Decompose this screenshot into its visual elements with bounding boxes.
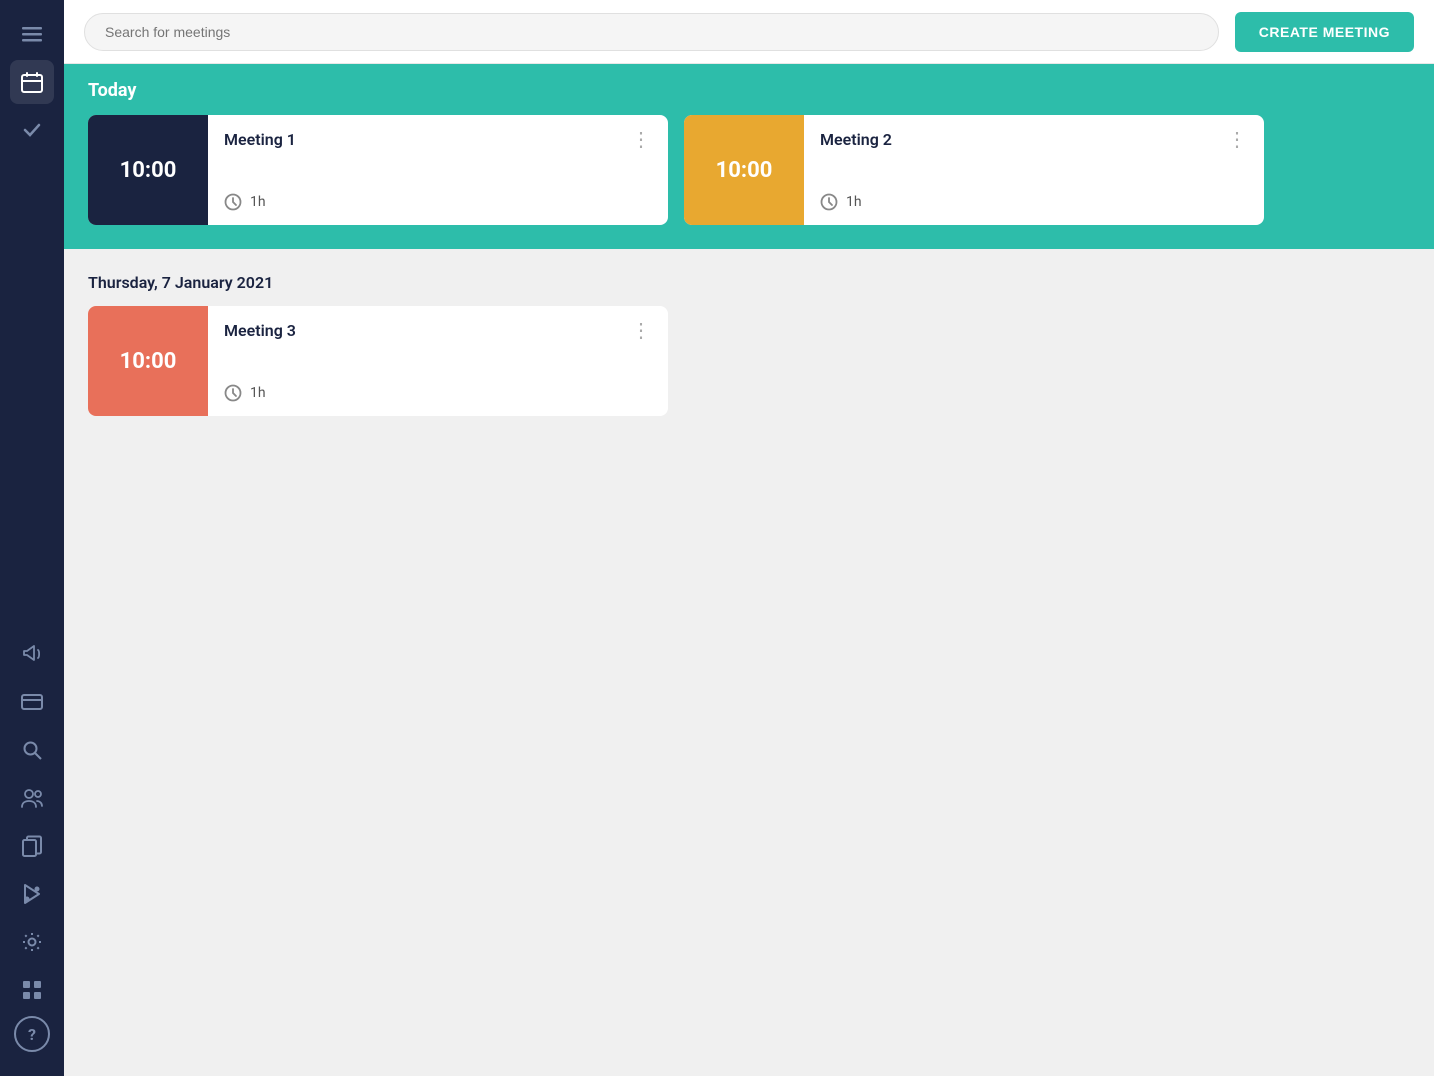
meeting-card-2[interactable]: 10:00 Meeting 2 ⋮ 1h	[684, 115, 1264, 225]
meeting-1-duration-text: 1h	[250, 194, 266, 210]
meeting-3-content: Meeting 3 ⋮ 1h	[208, 306, 668, 416]
sidebar: ?	[0, 0, 64, 1076]
meeting-1-header: Meeting 1 ⋮	[224, 129, 652, 149]
meeting-3-title: Meeting 3	[224, 321, 296, 340]
meeting-3-time-block: 10:00	[88, 306, 208, 416]
meeting-2-content: Meeting 2 ⋮ 1h	[804, 115, 1264, 225]
clock-icon-1	[224, 193, 242, 211]
meeting-3-header: Meeting 3 ⋮	[224, 320, 652, 340]
meeting-1-title: Meeting 1	[224, 130, 296, 149]
search-icon[interactable]	[10, 728, 54, 772]
billing-icon[interactable]	[10, 680, 54, 724]
megaphone-icon[interactable]	[10, 632, 54, 676]
meeting-2-time: 10:00	[716, 158, 773, 183]
meeting-1-more-button[interactable]: ⋮	[631, 129, 652, 149]
shape-icon[interactable]	[10, 872, 54, 916]
meeting-1-time: 10:00	[120, 158, 177, 183]
meeting-card-1[interactable]: 10:00 Meeting 1 ⋮ 1h	[88, 115, 668, 225]
calendar-icon[interactable]	[10, 60, 54, 104]
today-label: Today	[88, 80, 1410, 101]
clock-icon-3	[224, 384, 242, 402]
clock-icon-2	[820, 193, 838, 211]
meeting-card-3[interactable]: 10:00 Meeting 3 ⋮ 1h	[88, 306, 668, 416]
topbar: CREATE MEETING	[64, 0, 1434, 64]
meeting-2-time-block: 10:00	[684, 115, 804, 225]
today-section: Today 10:00 Meeting 1 ⋮	[64, 64, 1434, 249]
main-content: CREATE MEETING Today 10:00 Meeting 1 ⋮	[64, 0, 1434, 1076]
meeting-2-duration-text: 1h	[846, 194, 862, 210]
search-input[interactable]	[84, 13, 1219, 51]
meeting-1-time-block: 10:00	[88, 115, 208, 225]
help-icon[interactable]: ?	[14, 1016, 50, 1052]
today-meetings-row: 10:00 Meeting 1 ⋮ 1h	[88, 115, 1410, 225]
future-section: Thursday, 7 January 2021 10:00 Meeting 3…	[64, 249, 1434, 1076]
meeting-3-duration: 1h	[224, 384, 652, 402]
meeting-2-more-button[interactable]: ⋮	[1227, 129, 1248, 149]
menu-icon[interactable]	[10, 12, 54, 56]
meeting-1-content: Meeting 1 ⋮ 1h	[208, 115, 668, 225]
future-date-label: Thursday, 7 January 2021	[88, 273, 1410, 292]
meeting-3-duration-text: 1h	[250, 385, 266, 401]
meeting-2-duration: 1h	[820, 193, 1248, 211]
people-icon[interactable]	[10, 776, 54, 820]
grid-icon[interactable]	[10, 968, 54, 1012]
create-meeting-button[interactable]: CREATE MEETING	[1235, 12, 1414, 52]
settings-icon[interactable]	[10, 920, 54, 964]
copy-icon[interactable]	[10, 824, 54, 868]
meeting-3-more-button[interactable]: ⋮	[631, 320, 652, 340]
meeting-3-time: 10:00	[120, 349, 177, 374]
future-meetings-row: 10:00 Meeting 3 ⋮ 1h	[88, 306, 1410, 416]
help-label: ?	[28, 1025, 36, 1044]
meeting-2-title: Meeting 2	[820, 130, 892, 149]
meeting-2-header: Meeting 2 ⋮	[820, 129, 1248, 149]
check-icon[interactable]	[10, 108, 54, 152]
meeting-1-duration: 1h	[224, 193, 652, 211]
